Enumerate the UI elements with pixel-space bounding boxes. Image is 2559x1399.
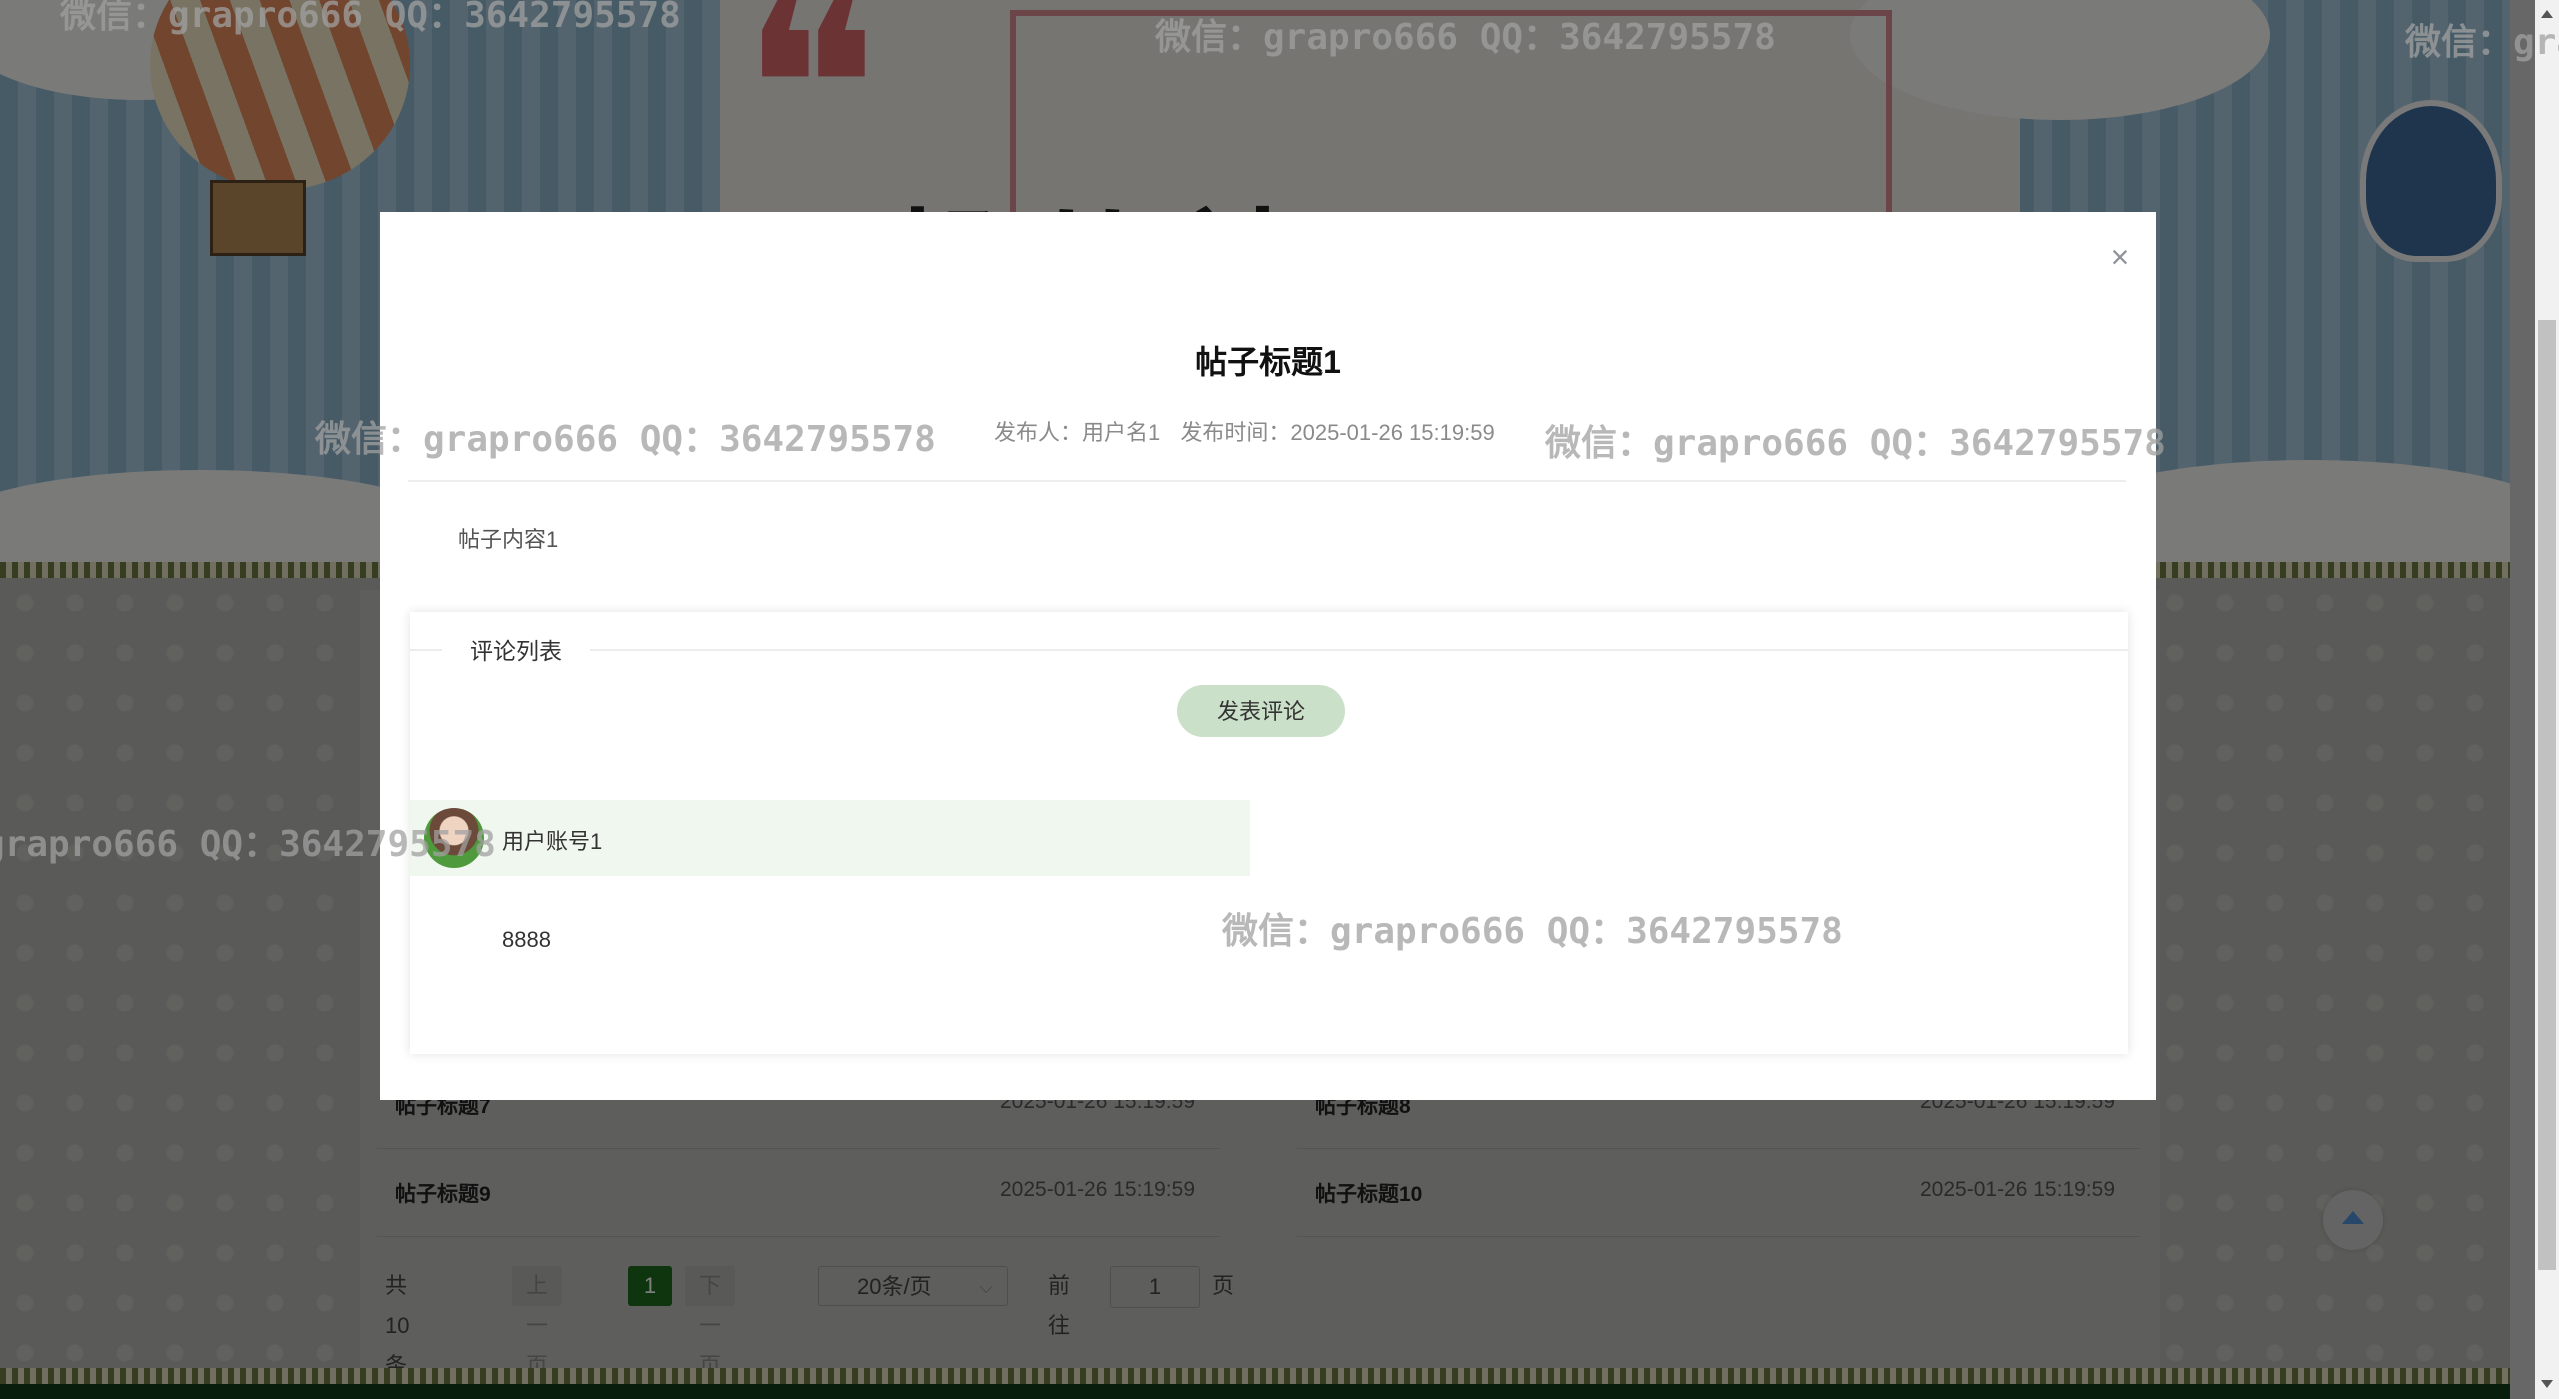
publish-time: 2025-01-26 15:19:59 — [1290, 420, 1495, 445]
publish-comment-button[interactable]: 发表评论 — [1177, 685, 1345, 737]
scrollbar-thumb[interactable] — [2538, 320, 2556, 1270]
scroll-up-arrow-icon[interactable] — [2541, 10, 2553, 18]
close-icon[interactable]: × — [2105, 241, 2135, 273]
comments-legend: 评论列表 — [442, 632, 590, 666]
post-content: 帖子内容1 — [458, 527, 559, 552]
avatar — [424, 808, 484, 868]
divider — [408, 480, 2126, 482]
post-detail-dialog: × 帖子标题1 发布人：用户名1 发布时间：2025-01-26 15:19:5… — [380, 212, 2156, 1100]
comments-section: 评论列表 发表评论 用户账号1 8888 — [410, 612, 2128, 1054]
comment-text: 8888 — [502, 927, 551, 952]
post-meta: 发布人：用户名1 发布时间：2025-01-26 15:19:59 — [994, 415, 1509, 447]
publisher-name: 用户名1 — [1082, 420, 1161, 445]
post-detail-title: 帖子标题1 — [1195, 344, 1341, 380]
publish-time-label: 发布时间： — [1180, 420, 1291, 445]
legend-divider — [410, 649, 2128, 651]
comment-username: 用户账号1 — [502, 829, 603, 854]
comment-item: 用户账号1 — [410, 800, 1250, 876]
publisher-label: 发布人： — [994, 420, 1083, 445]
scroll-down-arrow-icon[interactable] — [2541, 1380, 2553, 1388]
